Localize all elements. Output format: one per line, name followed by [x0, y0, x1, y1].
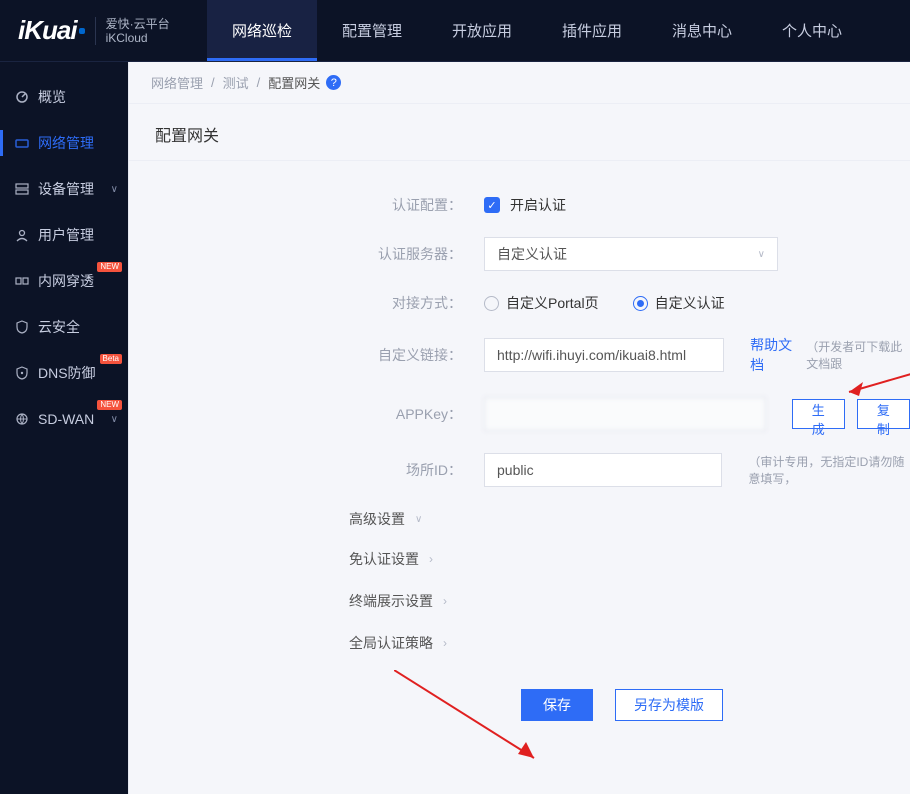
chevron-right-icon: ›: [443, 636, 447, 650]
content-area: 网络管理 / 测试 / 配置网关 ? 配置网关 认证配置： ✓ 开启认证 认证服…: [128, 62, 910, 794]
sidebar-item-cloud-security[interactable]: 云安全: [0, 304, 128, 350]
dns-icon: [14, 365, 30, 381]
display-settings-row[interactable]: 终端展示设置 ›: [349, 591, 910, 611]
auth-server-select[interactable]: 自定义认证 ∨: [484, 237, 778, 271]
auth-enable-label: 开启认证: [510, 195, 566, 215]
sidebar-item-overview[interactable]: 概览: [0, 74, 128, 120]
help-icon[interactable]: ?: [326, 75, 341, 90]
tunnel-icon: [14, 273, 30, 289]
nav-tab-open-app[interactable]: 开放应用: [427, 0, 537, 61]
sidebar-item-network[interactable]: 网络管理: [0, 120, 128, 166]
breadcrumb-current: 配置网关: [268, 73, 320, 92]
auth-server-label: 认证服务器：: [129, 244, 484, 264]
logo-dot-icon: [79, 28, 85, 34]
advanced-section-toggle[interactable]: 高级设置 ∨: [349, 509, 910, 529]
placeid-hint: （审计专用，无指定ID请勿随意填写，: [748, 453, 910, 487]
sidebar-item-sdwan[interactable]: SD-WAN ∨ NEW: [0, 396, 128, 442]
placeid-label: 场所ID：: [129, 460, 484, 480]
appkey-label: APPKey：: [129, 404, 484, 424]
chevron-down-icon: ∨: [111, 414, 118, 425]
mode-radio-custom-auth[interactable]: 自定义认证: [633, 293, 725, 313]
noauth-settings-row[interactable]: 免认证设置 ›: [349, 549, 910, 569]
new-badge: NEW: [97, 262, 122, 272]
dashboard-icon: [14, 89, 30, 105]
copy-button[interactable]: 复制: [857, 399, 910, 429]
custom-link-hint: （开发者可下载此文档跟: [806, 338, 910, 372]
help-doc-link[interactable]: 帮助文档: [750, 335, 794, 375]
auth-enable-checkbox[interactable]: ✓: [484, 197, 500, 213]
save-as-template-button[interactable]: 另存为模版: [615, 689, 723, 721]
gateway-form: 认证配置： ✓ 开启认证 认证服务器： 自定义认证 ∨ 对接方式：: [129, 161, 910, 721]
network-icon: [14, 135, 30, 151]
nav-tabs: 网络巡检 配置管理 开放应用 插件应用 消息中心 个人中心: [207, 0, 867, 61]
new-badge: NEW: [97, 400, 122, 410]
logo-subtitle: 爱快·云平台 iKCloud: [106, 17, 170, 45]
sidebar-item-user[interactable]: 用户管理: [0, 212, 128, 258]
device-icon: [14, 181, 30, 197]
beta-badge: Beta: [100, 354, 122, 364]
chevron-down-icon: ∨: [758, 249, 765, 260]
mode-radio-portal[interactable]: 自定义Portal页: [484, 293, 599, 313]
placeid-input[interactable]: [484, 453, 722, 487]
nav-tab-inspection[interactable]: 网络巡检: [207, 0, 317, 61]
generate-button[interactable]: 生成: [792, 399, 845, 429]
mode-label: 对接方式：: [129, 293, 484, 313]
sidebar-item-dns[interactable]: DNS防御 Beta: [0, 350, 128, 396]
custom-link-input[interactable]: [484, 338, 724, 372]
shield-icon: [14, 319, 30, 335]
auth-config-label: 认证配置：: [129, 195, 484, 215]
nav-tab-plugin[interactable]: 插件应用: [537, 0, 647, 61]
sidebar: 概览 网络管理 设备管理 ∨ 用户管理 内网穿透 NEW 云安全 DNS防御 B…: [0, 62, 128, 794]
top-nav: iKuai 爱快·云平台 iKCloud 网络巡检 配置管理 开放应用 插件应用…: [0, 0, 910, 62]
chevron-down-icon: ∨: [415, 514, 422, 525]
custom-link-label: 自定义链接：: [129, 345, 484, 365]
nav-tab-config[interactable]: 配置管理: [317, 0, 427, 61]
global-auth-row[interactable]: 全局认证策略 ›: [349, 633, 910, 653]
chevron-right-icon: ›: [429, 552, 433, 566]
user-icon: [14, 227, 30, 243]
sdwan-icon: [14, 411, 30, 427]
logo-divider: [95, 17, 96, 45]
sidebar-item-tunnel[interactable]: 内网穿透 NEW: [0, 258, 128, 304]
nav-tab-message[interactable]: 消息中心: [647, 0, 757, 61]
breadcrumb-test[interactable]: 测试: [223, 73, 249, 92]
logo: iKuai 爱快·云平台 iKCloud: [0, 0, 207, 61]
appkey-input[interactable]: [484, 397, 766, 431]
breadcrumb: 网络管理 / 测试 / 配置网关 ?: [129, 62, 910, 104]
page-title: 配置网关: [129, 104, 910, 161]
nav-tab-profile[interactable]: 个人中心: [757, 0, 867, 61]
chevron-down-icon: ∨: [111, 184, 118, 195]
chevron-right-icon: ›: [443, 594, 447, 608]
save-button[interactable]: 保存: [521, 689, 593, 721]
logo-text: iKuai: [18, 15, 77, 46]
breadcrumb-network[interactable]: 网络管理: [151, 73, 203, 92]
sidebar-item-device[interactable]: 设备管理 ∨: [0, 166, 128, 212]
